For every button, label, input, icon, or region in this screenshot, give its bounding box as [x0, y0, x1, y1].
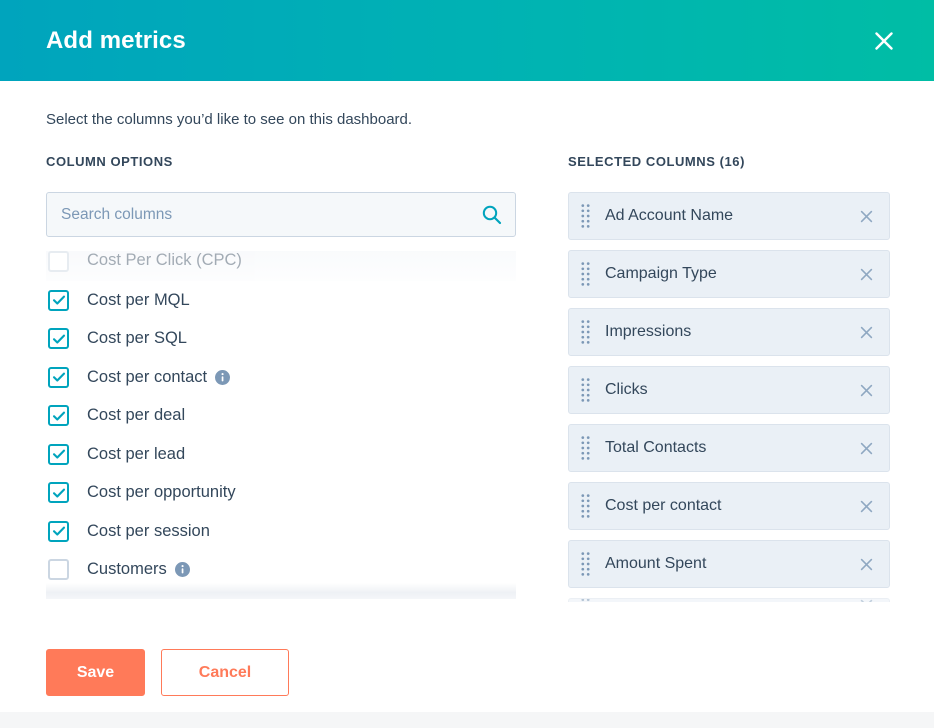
column-option-label: Cost per session [87, 522, 210, 541]
column-option-row[interactable]: Cost per contact [46, 358, 516, 397]
remove-column-button[interactable] [857, 555, 875, 573]
drag-handle-icon[interactable] [581, 319, 591, 345]
drag-handle-icon[interactable] [581, 377, 591, 403]
column-options-heading: COLUMN OPTIONS [46, 154, 516, 170]
column-option-label: Cost per contact [87, 368, 207, 387]
close-icon [872, 29, 896, 53]
search-icon[interactable] [480, 203, 502, 225]
drag-handle-icon[interactable] [581, 261, 591, 287]
panels: COLUMN OPTIONS Cost Per Click (CPC)Cost … [46, 154, 888, 602]
drag-handle-icon[interactable] [581, 435, 591, 461]
drag-handle-icon[interactable] [581, 598, 591, 602]
column-option-row[interactable]: Customers [46, 551, 516, 590]
page-background-strip [0, 712, 934, 728]
selected-column-chip[interactable]: Campaign Type [568, 250, 890, 298]
selected-columns-heading: SELECTED COLUMNS (16) [568, 154, 918, 170]
selected-column-label: Ad Account Name [605, 207, 857, 225]
selected-column-chip[interactable]: Impressions [568, 308, 890, 356]
selected-columns-list[interactable]: Ad Account Name Campaign Type Impressions C… [568, 192, 890, 602]
remove-column-button[interactable] [857, 323, 875, 341]
remove-column-button[interactable] [857, 265, 875, 283]
selected-column-label: Clicks [605, 381, 857, 399]
remove-column-button[interactable] [857, 439, 875, 457]
column-option-label: Customers [87, 560, 167, 579]
checkbox-unchecked[interactable] [48, 559, 69, 580]
column-option-row[interactable]: Cost per MQL [46, 281, 516, 320]
column-option-row[interactable]: Cost Per Click (CPC) [46, 251, 516, 281]
modal-footer: Save Cancel [0, 633, 934, 712]
checkbox-checked[interactable] [48, 405, 69, 426]
remove-column-button[interactable] [857, 497, 875, 515]
modal-header: Add metrics [0, 0, 934, 81]
remove-column-button[interactable] [857, 207, 875, 225]
selected-column-chip[interactable]: Cost per contact [568, 482, 890, 530]
selected-column-chip[interactable]: Amount Spent [568, 540, 890, 588]
checkbox-checked[interactable] [48, 444, 69, 465]
column-option-label: Cost Per Click (CPC) [87, 251, 242, 270]
add-metrics-modal: Add metrics Select the columns you’d lik… [0, 0, 934, 712]
selected-columns-panel: SELECTED COLUMNS (16) Ad Account Name Cam… [568, 154, 918, 602]
remove-column-button[interactable] [857, 381, 875, 399]
close-modal-button[interactable] [864, 21, 904, 61]
checkbox-checked[interactable] [48, 290, 69, 311]
column-option-label: Cost per opportunity [87, 483, 236, 502]
checkbox-checked[interactable] [48, 367, 69, 388]
selected-column-label: Cost per contact [605, 497, 857, 515]
search-columns-wrap [46, 192, 516, 237]
column-option-row[interactable]: Cost per deal [46, 397, 516, 436]
selected-column-label: Total Contacts [605, 439, 857, 457]
column-option-row[interactable]: Cost per session [46, 512, 516, 551]
checkbox-unchecked[interactable] [48, 251, 69, 272]
checkbox-checked[interactable] [48, 482, 69, 503]
column-option-label: Cost per MQL [87, 291, 190, 310]
selected-column-label: Impressions [605, 323, 857, 341]
selected-column-chip-partial[interactable] [568, 598, 890, 602]
column-option-row[interactable]: Cost per opportunity [46, 474, 516, 513]
column-options-panel: COLUMN OPTIONS Cost Per Click (CPC)Cost … [46, 154, 516, 599]
modal-subtitle: Select the columns you’d like to see on … [46, 111, 888, 128]
drag-handle-icon[interactable] [581, 493, 591, 519]
column-option-row[interactable]: Cost per lead [46, 435, 516, 474]
checkbox-checked[interactable] [48, 328, 69, 349]
drag-handle-icon[interactable] [581, 551, 591, 577]
checkbox-checked[interactable] [48, 521, 69, 542]
info-icon[interactable] [175, 562, 190, 577]
drag-handle-icon[interactable] [581, 203, 591, 229]
selected-column-label: Campaign Type [605, 265, 857, 283]
selected-column-chip[interactable]: Ad Account Name [568, 192, 890, 240]
remove-column-button[interactable] [857, 598, 875, 602]
column-options-list[interactable]: Cost Per Click (CPC) Cost per MQL Cost per… [46, 251, 516, 599]
info-icon[interactable] [215, 370, 230, 385]
column-option-row[interactable]: Cost per SQL [46, 320, 516, 359]
column-option-label: Cost per lead [87, 445, 185, 464]
selected-column-label: Amount Spent [605, 555, 857, 573]
modal-body: Select the columns you’d like to see on … [0, 81, 934, 633]
save-button[interactable]: Save [46, 649, 145, 696]
column-option-label: Cost per SQL [87, 329, 187, 348]
page-title: Add metrics [46, 27, 186, 55]
selected-column-chip[interactable]: Clicks [568, 366, 890, 414]
search-input[interactable] [46, 192, 516, 237]
column-option-label: Cost per deal [87, 406, 185, 425]
cancel-button[interactable]: Cancel [161, 649, 289, 696]
selected-column-chip[interactable]: Total Contacts [568, 424, 890, 472]
